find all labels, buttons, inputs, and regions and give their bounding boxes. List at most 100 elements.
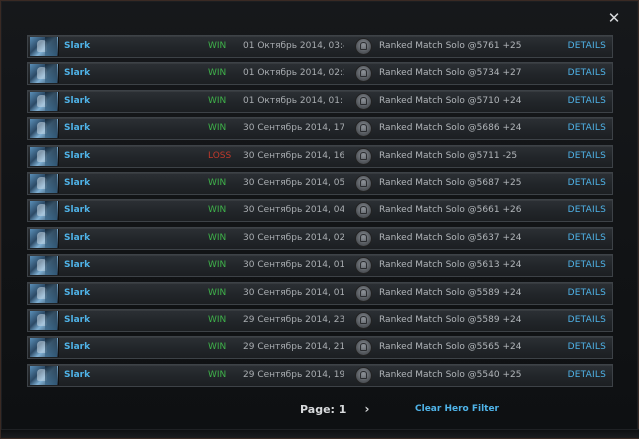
- hero-name[interactable]: Slark: [64, 315, 90, 325]
- game-mode-label: Ranked Match Solo @5710 +24: [379, 95, 522, 106]
- details-button[interactable]: DETAILS: [568, 233, 606, 243]
- details-button[interactable]: DETAILS: [568, 178, 606, 188]
- match-row[interactable]: Slark WIN 01 Октябрь 2014, 01:11: Ranked Ma…: [27, 89, 613, 113]
- match-row[interactable]: Slark WIN 30 Сентябрь 2014, 05:50 Ranked Ma…: [27, 171, 613, 195]
- hero-name[interactable]: Slark: [64, 96, 90, 106]
- game-mode-label: Ranked Match Solo @5711 -25: [379, 150, 518, 161]
- match-result: WIN: [208, 342, 227, 353]
- match-row[interactable]: Slark WIN 30 Сентябрь 2014, 17:32 Ranked Ma…: [27, 117, 613, 141]
- ranked-mode-icon: [356, 93, 371, 109]
- game-mode-label: Ranked Match Solo @5637 +24: [379, 232, 522, 243]
- match-row[interactable]: Slark WIN 30 Сентябрь 2014, 01:58 Ranked Ma…: [27, 254, 613, 278]
- ranked-mode-icon: [356, 66, 371, 82]
- details-button[interactable]: DETAILS: [568, 260, 606, 270]
- game-mode-label: Ranked Match Solo @5589 +24: [379, 314, 522, 325]
- match-row[interactable]: Slark WIN 30 Сентябрь 2014, 02:50 Ranked Ma…: [27, 226, 613, 250]
- match-row[interactable]: Slark WIN 30 Сентябрь 2014, 04:30 Ranked Ma…: [27, 199, 613, 223]
- hero-portrait-icon: [30, 228, 59, 248]
- match-row[interactable]: Slark LOSS 30 Сентябрь 2014, 16:36 Ranked M…: [27, 144, 613, 168]
- match-result: WIN: [208, 260, 227, 271]
- match-row[interactable]: Slark WIN 29 Сентябрь 2014, 19:57 Ranked Ma…: [27, 363, 613, 387]
- hero-name[interactable]: Slark: [64, 370, 90, 380]
- hero-name[interactable]: Slark: [64, 178, 90, 188]
- match-date: 29 Сентябрь 2014, 23:14: [243, 314, 344, 325]
- match-history-window: ✕ Slark WIN 01 Октябрь 2014, 03:40: Ranked …: [0, 0, 639, 439]
- details-button[interactable]: DETAILS: [568, 41, 606, 51]
- ranked-mode-icon: [356, 148, 371, 164]
- match-date: 30 Сентябрь 2014, 05:50: [243, 177, 344, 188]
- game-mode-label: Ranked Match Solo @5540 +25: [379, 369, 522, 380]
- page-indicator: Page: 1: [300, 403, 347, 416]
- ranked-mode-icon: [356, 367, 371, 383]
- game-mode-label: Ranked Match Solo @5761 +25: [379, 41, 522, 51]
- details-button[interactable]: DETAILS: [568, 96, 606, 106]
- details-button[interactable]: DETAILS: [568, 288, 606, 298]
- details-button[interactable]: DETAILS: [568, 205, 606, 215]
- match-result: WIN: [208, 95, 227, 106]
- details-button[interactable]: DETAILS: [568, 68, 606, 78]
- ranked-mode-icon: [356, 203, 371, 219]
- game-mode-label: Ranked Match Solo @5565 +24: [379, 342, 522, 353]
- ranked-mode-icon: [356, 340, 371, 356]
- pagination-bar: Page: 1 › Clear Hero Filter: [1, 400, 639, 420]
- details-button[interactable]: DETAILS: [568, 315, 606, 325]
- hero-name[interactable]: Slark: [64, 41, 90, 51]
- game-mode-label: Ranked Match Solo @5734 +27: [379, 68, 522, 79]
- details-button[interactable]: DETAILS: [568, 370, 606, 380]
- match-date: 30 Сентябрь 2014, 16:36: [243, 150, 344, 161]
- match-result: WIN: [208, 232, 227, 243]
- hero-portrait-icon: [30, 119, 59, 139]
- ranked-mode-icon: [356, 285, 371, 301]
- match-result: WIN: [208, 287, 227, 298]
- hero-portrait-icon: [30, 310, 59, 330]
- hero-name[interactable]: Slark: [64, 260, 90, 270]
- match-date: 29 Сентябрь 2014, 21:42: [243, 342, 344, 353]
- hero-name[interactable]: Slark: [64, 288, 90, 298]
- match-row[interactable]: Slark WIN 01 Октябрь 2014, 03:40: Ranked Ma…: [27, 35, 613, 58]
- details-button[interactable]: DETAILS: [568, 151, 606, 161]
- next-page-button[interactable]: ›: [361, 402, 373, 416]
- match-date: 30 Сентябрь 2014, 04:30: [243, 205, 344, 216]
- hero-portrait-icon: [30, 173, 59, 193]
- match-row[interactable]: Slark WIN 30 Сентябрь 2014, 01:17 Ranked Ma…: [27, 281, 613, 305]
- ranked-mode-icon: [356, 175, 371, 191]
- hero-portrait-icon: [30, 256, 59, 276]
- match-result: LOSS: [208, 150, 232, 161]
- hero-name[interactable]: Slark: [64, 342, 90, 352]
- hero-portrait-icon: [30, 201, 59, 221]
- match-row[interactable]: Slark WIN 29 Сентябрь 2014, 23:14 Ranked Ma…: [27, 308, 613, 332]
- match-result: WIN: [208, 314, 227, 325]
- hero-portrait-icon: [30, 283, 59, 303]
- close-icon[interactable]: ✕: [606, 10, 622, 26]
- game-mode-label: Ranked Match Solo @5687 +25: [379, 177, 522, 188]
- ranked-mode-icon: [356, 258, 371, 274]
- hero-portrait-icon: [30, 146, 59, 166]
- match-date: 30 Сентябрь 2014, 01:17: [243, 287, 344, 298]
- hero-name[interactable]: Slark: [64, 151, 90, 161]
- hero-name[interactable]: Slark: [64, 233, 90, 243]
- game-mode-label: Ranked Match Solo @5686 +24: [379, 123, 522, 134]
- match-row[interactable]: Slark WIN 01 Октябрь 2014, 02:29: Ranked Ma…: [27, 62, 613, 86]
- match-row[interactable]: Slark WIN 29 Сентябрь 2014, 21:42 Ranked Ma…: [27, 336, 613, 360]
- match-result: WIN: [208, 41, 227, 51]
- details-button[interactable]: DETAILS: [568, 342, 606, 352]
- match-list: Slark WIN 01 Октябрь 2014, 03:40: Ranked Ma…: [27, 35, 613, 391]
- ranked-mode-icon: [356, 312, 371, 328]
- match-date: 29 Сентябрь 2014, 19:57: [243, 369, 344, 380]
- match-date: 30 Сентябрь 2014, 02:50: [243, 232, 344, 243]
- match-date: 30 Сентябрь 2014, 01:58: [243, 260, 344, 271]
- hero-portrait-icon: [30, 365, 59, 385]
- hero-name[interactable]: Slark: [64, 205, 90, 215]
- clear-hero-filter-link[interactable]: Clear Hero Filter: [415, 404, 499, 414]
- match-date: 01 Октябрь 2014, 01:11:: [243, 95, 344, 106]
- game-mode-label: Ranked Match Solo @5613 +24: [379, 260, 522, 271]
- hero-name[interactable]: Slark: [64, 68, 90, 78]
- match-result: WIN: [208, 177, 227, 188]
- match-result: WIN: [208, 123, 227, 134]
- details-button[interactable]: DETAILS: [568, 123, 606, 133]
- hero-name[interactable]: Slark: [64, 123, 90, 133]
- match-date: 01 Октябрь 2014, 02:29:: [243, 68, 344, 79]
- match-result: WIN: [208, 205, 227, 216]
- ranked-mode-icon: [356, 39, 371, 54]
- hero-portrait-icon: [30, 338, 59, 358]
